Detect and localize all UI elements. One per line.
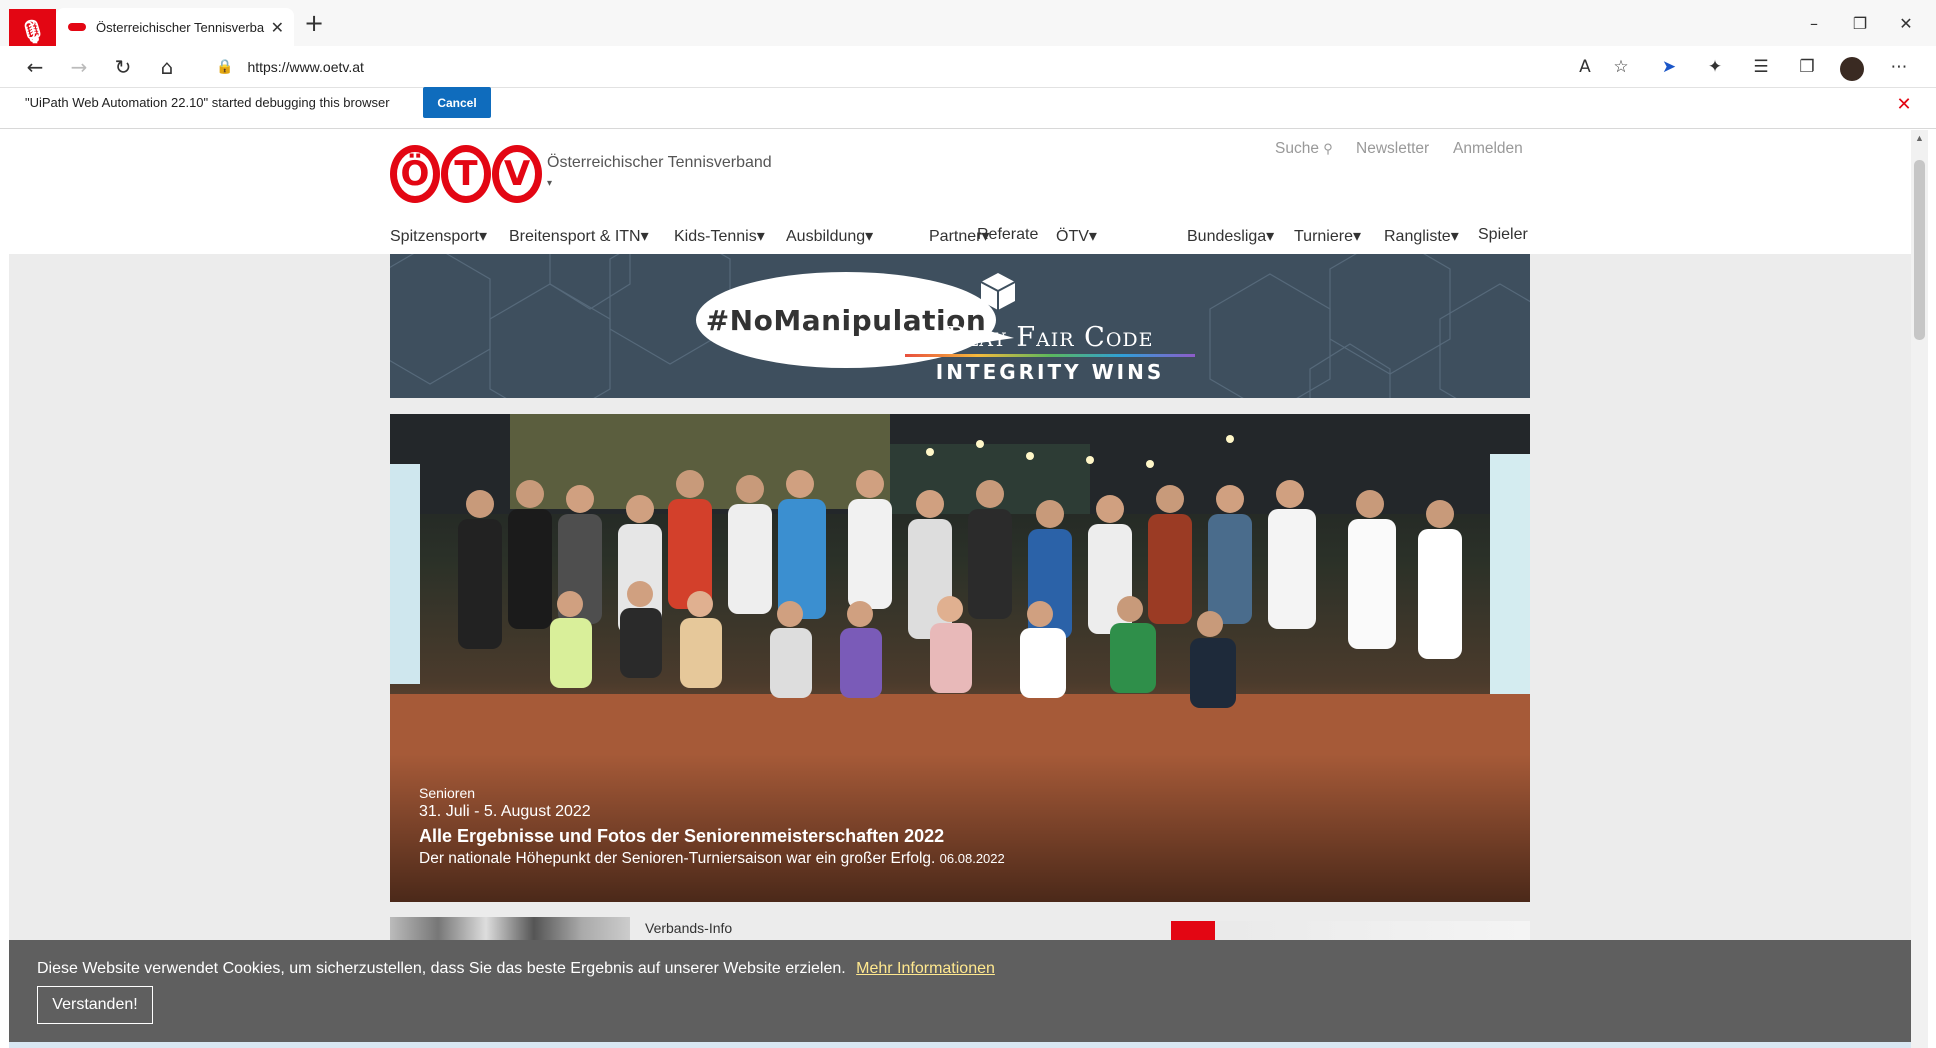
hero-subtitle-text: Der nationale Höhepunkt der Senioren-Tur… [419, 850, 936, 867]
nav-item-kids-tennis[interactable]: Kids-Tennis▾ [674, 226, 765, 246]
cancel-button[interactable]: Cancel [423, 87, 491, 118]
bottom-strip [9, 1042, 1911, 1048]
logo-letter[interactable]: T [441, 145, 491, 203]
collections-icon[interactable]: ❐ [1792, 52, 1822, 82]
extensions-icon[interactable]: ✦ [1700, 52, 1730, 82]
read-aloud-icon[interactable]: A [1570, 52, 1600, 82]
profile-avatar[interactable] [1840, 57, 1864, 81]
nav-item-bundesliga[interactable]: Bundesliga▾ [1187, 226, 1274, 246]
window-close-button[interactable]: ✕ [1886, 10, 1926, 38]
hero-date: 31. Juli - 5. August 2022 [419, 803, 591, 820]
minimize-button[interactable]: – [1794, 10, 1834, 38]
favorite-add-icon[interactable]: ☆ [1606, 52, 1636, 82]
nav-item-spieler[interactable]: Spieler [1478, 226, 1528, 244]
cookie-text: Diese Website verwendet Cookies, um sich… [37, 960, 846, 977]
tab-title: Österreichischer Tennisverband [96, 19, 265, 35]
scroll-up-icon[interactable]: ▲ [1911, 130, 1928, 146]
cookie-accept-button[interactable]: Verstanden! [37, 986, 153, 1024]
rainbow-divider [905, 354, 1195, 357]
banner-title: Play Fair Code [946, 322, 1154, 353]
hero-subtitle: Der nationale Höhepunkt der Senioren-Tur… [419, 850, 1005, 868]
more-icon[interactable]: ⋯ [1884, 52, 1914, 82]
hero-category[interactable]: Senioren [419, 785, 475, 801]
org-caret-icon[interactable]: ▾ [547, 178, 552, 189]
cube-icon [980, 273, 1016, 310]
home-icon[interactable]: ⌂ [150, 50, 184, 84]
nav-item-spitzensport[interactable]: Spitzensport▾ [390, 226, 487, 246]
hero-photo[interactable]: Senioren 31. Juli - 5. August 2022 Alle … [390, 414, 1530, 902]
lock-icon: 🔒 [216, 59, 234, 75]
search-link[interactable]: Suche ⚲ [1275, 140, 1333, 158]
nav-item-oetv[interactable]: ÖTV▾ [1056, 226, 1097, 246]
logo-letter[interactable]: V [492, 145, 542, 203]
new-tab-button[interactable]: + [300, 10, 328, 38]
hero-posted-date: 06.08.2022 [939, 851, 1005, 866]
infobar-close-icon[interactable]: ✕ [1891, 92, 1917, 118]
logo-letter[interactable]: Ö [390, 145, 440, 203]
address-toolbar: ← → ↻ ⌂ 🔒 https://www.oetv.at A ☆ ➤ ✦ ☰ … [0, 46, 1936, 88]
nav-item-rangliste[interactable]: Rangliste▾ [1384, 226, 1459, 246]
tab-close-icon[interactable]: ✕ [271, 18, 284, 37]
banner-subtitle: INTEGRITY WINS [935, 360, 1165, 384]
scrollbar-thumb[interactable] [1914, 160, 1925, 340]
org-name[interactable]: Österreichischer Tennisverband [547, 154, 772, 172]
search-icon: ⚲ [1323, 141, 1333, 156]
cookie-message: Diese Website verwendet Cookies, um sich… [37, 960, 995, 978]
nav-item-breitensport[interactable]: Breitensport & ITN▾ [509, 226, 649, 246]
debug-message: "UiPath Web Automation 22.10" started de… [25, 95, 390, 110]
oetv-favicon-icon [68, 23, 86, 31]
favorites-icon[interactable]: ☰ [1746, 52, 1776, 82]
browser-tab[interactable]: Österreichischer Tennisverband ✕ [56, 8, 294, 46]
login-link[interactable]: Anmelden [1453, 140, 1523, 158]
forward-icon[interactable]: → [62, 50, 96, 84]
cookie-banner: Diese Website verwendet Cookies, um sich… [9, 940, 1911, 1042]
section-label[interactable]: Verbands-Info [645, 920, 732, 936]
cookie-more-info-link[interactable]: Mehr Informationen [856, 960, 995, 977]
copilot-icon[interactable]: ➤ [1654, 52, 1684, 82]
url-text: https://www.oetv.at [247, 59, 364, 75]
page-viewport: Ö T V Österreichischer Tennisverband ▾ S… [9, 130, 1911, 1048]
nav-item-turniere[interactable]: Turniere▾ [1294, 226, 1361, 246]
restore-button[interactable]: ❐ [1840, 10, 1880, 38]
newsletter-link[interactable]: Newsletter [1356, 140, 1429, 158]
hero-title[interactable]: Alle Ergebnisse und Fotos der Seniorenme… [419, 826, 944, 847]
back-icon[interactable]: ← [18, 50, 52, 84]
nav-item-ausbildung[interactable]: Ausbildung▾ [786, 226, 873, 246]
play-fair-code-banner[interactable]: #NoManipulation Play Fair Code INTEGRITY… [390, 254, 1530, 398]
refresh-icon[interactable]: ↻ [106, 50, 140, 84]
nav-item-referate[interactable]: Referate [977, 226, 1038, 244]
address-input[interactable]: 🔒 https://www.oetv.at [196, 50, 1642, 84]
search-label: Suche [1275, 140, 1319, 157]
